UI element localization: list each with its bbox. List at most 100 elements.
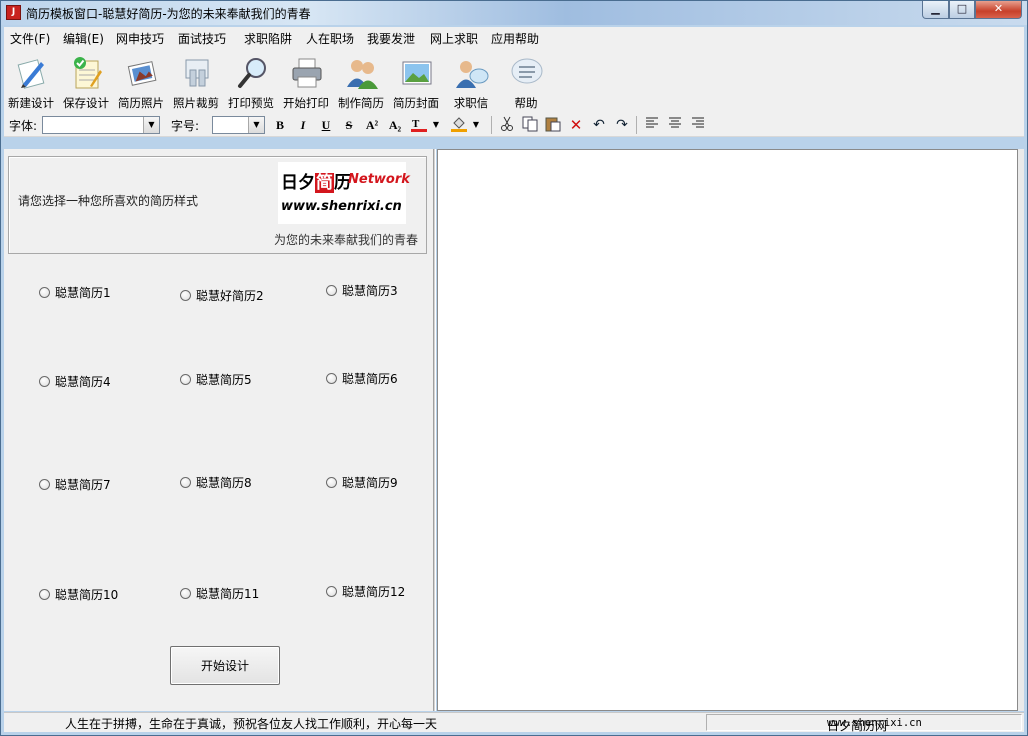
new-design-button[interactable]: 新建设计 [4,54,58,112]
font-color-button[interactable]: T [409,116,429,134]
toolbar: 新建设计 保存设计 简历照片 照片裁剪 打印预览 开始打印 制作简历 简历封面 [4,48,1024,113]
new-design-label: 新建设计 [8,96,54,110]
template-option-6[interactable]: 聪慧简历6 [326,370,398,387]
printer-icon [292,58,322,88]
status-site-panel: 日夕简历网 www.shenrixi.cn [706,714,1022,733]
template-option-7[interactable]: 聪慧简历7 [39,476,111,493]
status-bar: 人生在于拼搏，生命在于真诚，预祝各位友人找工作顺利，开心每一天 日夕简历网 ww… [4,712,1024,733]
strikethrough-button[interactable]: S [339,116,359,134]
title-bar[interactable]: J 简历模板窗口-聪慧好简历-为您的未来奉献我们的青春 ▁ □ ✕ [1,1,1027,25]
status-site-url: www.shenrixi.cn [827,717,922,729]
app-icon: J [6,5,21,20]
cover-letter-button[interactable]: 求职信 [444,54,498,112]
radio-button[interactable] [326,586,337,597]
option-label: 聪慧简历10 [55,588,119,602]
paste-icon [545,117,561,132]
template-option-4[interactable]: 聪慧简历4 [39,373,111,390]
format-bar: 字体: ▼ 字号: ▼ B I U S A² A₂ T ▼ ▼ ✕ ↶ ↷ [4,113,1024,137]
font-color-dropdown[interactable]: ▼ [430,116,442,134]
menu-interview-tips[interactable]: 面试技巧 [178,30,226,47]
minimize-button[interactable]: ▁ [922,1,949,19]
close-button[interactable]: ✕ [975,1,1022,19]
template-option-12[interactable]: 聪慧简历12 [326,583,405,600]
radio-button[interactable] [39,589,50,600]
cover-image-icon [402,61,432,85]
menu-file[interactable]: 文件(F) [10,30,50,47]
italic-button[interactable]: I [293,116,313,134]
resume-editor[interactable] [437,149,1018,711]
template-option-1[interactable]: 聪慧简历1 [39,284,111,301]
radio-button[interactable] [39,287,50,298]
align-right-button[interactable] [688,116,708,134]
option-label: 聪慧简历7 [55,478,111,492]
maximize-button[interactable]: □ [949,1,975,19]
menu-help[interactable]: 应用帮助 [491,30,539,47]
radio-button[interactable] [180,477,191,488]
option-label: 聪慧简历6 [342,372,398,386]
make-resume-button[interactable]: 制作简历 [334,54,388,112]
status-message: 人生在于拼搏，生命在于真诚，预祝各位友人找工作顺利，开心每一天 [65,717,438,731]
save-design-label: 保存设计 [63,96,109,110]
superscript-button[interactable]: A² [362,116,382,134]
template-option-8[interactable]: 聪慧简历8 [180,474,252,491]
font-select[interactable]: ▼ [42,116,160,134]
underline-button[interactable]: U [316,116,336,134]
font-color-icon: T [411,118,427,132]
print-preview-button[interactable]: 打印预览 [224,54,278,112]
panel-splitter[interactable] [433,149,436,711]
chevron-down-icon: ▼ [248,117,264,133]
font-label: 字体: [9,119,38,133]
radio-button[interactable] [180,374,191,385]
save-design-button[interactable]: 保存设计 [59,54,113,112]
radio-button[interactable] [326,477,337,488]
template-option-3[interactable]: 聪慧简历3 [326,282,398,299]
start-print-button[interactable]: 开始打印 [279,54,333,112]
paste-button[interactable] [543,116,563,134]
option-label: 聪慧简历4 [55,375,111,389]
scissors-icon [501,116,513,131]
redo-button[interactable]: ↷ [612,116,632,134]
template-option-9[interactable]: 聪慧简历9 [326,474,398,491]
option-label: 聪慧简历11 [196,587,260,601]
photo-icon [127,61,157,86]
radio-button[interactable] [180,290,191,301]
template-panel: 请您选择一种您所喜欢的简历样式 日夕简历 Network www.shenrix… [4,149,433,711]
template-option-11[interactable]: 聪慧简历11 [180,585,259,602]
radio-button[interactable] [326,285,337,296]
make-resume-label: 制作简历 [338,96,384,110]
align-center-button[interactable] [665,116,685,134]
editor-scrollbar[interactable] [1018,149,1024,711]
menu-workplace[interactable]: 人在职场 [306,30,354,47]
template-option-2[interactable]: 聪慧好简历2 [180,287,264,304]
menu-online-jobs[interactable]: 网上求职 [430,30,478,47]
menu-application-tips[interactable]: 网申技巧 [116,30,164,47]
menu-job-traps[interactable]: 求职陷阱 [244,30,292,47]
menu-vent[interactable]: 我要发泄 [367,30,415,47]
delete-button[interactable]: ✕ [566,116,586,134]
resume-photo-label: 简历照片 [118,96,164,110]
subscript-button[interactable]: A₂ [385,116,405,134]
start-design-button[interactable]: 开始设计 [170,646,280,685]
template-option-10[interactable]: 聪慧简历10 [39,586,118,603]
undo-button[interactable]: ↶ [589,116,609,134]
help-button[interactable]: 帮助 [499,54,553,112]
resume-photo-button[interactable]: 简历照片 [114,54,168,112]
logo-url: www.shenrixi.cn [281,199,402,214]
highlight-color-dropdown[interactable]: ▼ [470,116,482,134]
bold-button[interactable]: B [270,116,290,134]
radio-button[interactable] [39,376,50,387]
font-size-select[interactable]: ▼ [212,116,265,134]
photo-crop-button[interactable]: 照片裁剪 [169,54,223,112]
template-option-5[interactable]: 聪慧简历5 [180,371,252,388]
align-left-button[interactable] [642,116,662,134]
paint-bucket-icon [451,117,467,132]
highlight-color-button[interactable] [449,116,469,134]
radio-button[interactable] [180,588,191,599]
radio-button[interactable] [39,479,50,490]
delete-x-icon: ✕ [569,116,583,134]
radio-button[interactable] [326,373,337,384]
resume-cover-button[interactable]: 简历封面 [389,54,443,112]
cut-button[interactable] [497,116,517,134]
menu-edit[interactable]: 编辑(E) [63,30,104,47]
copy-button[interactable] [520,116,540,134]
